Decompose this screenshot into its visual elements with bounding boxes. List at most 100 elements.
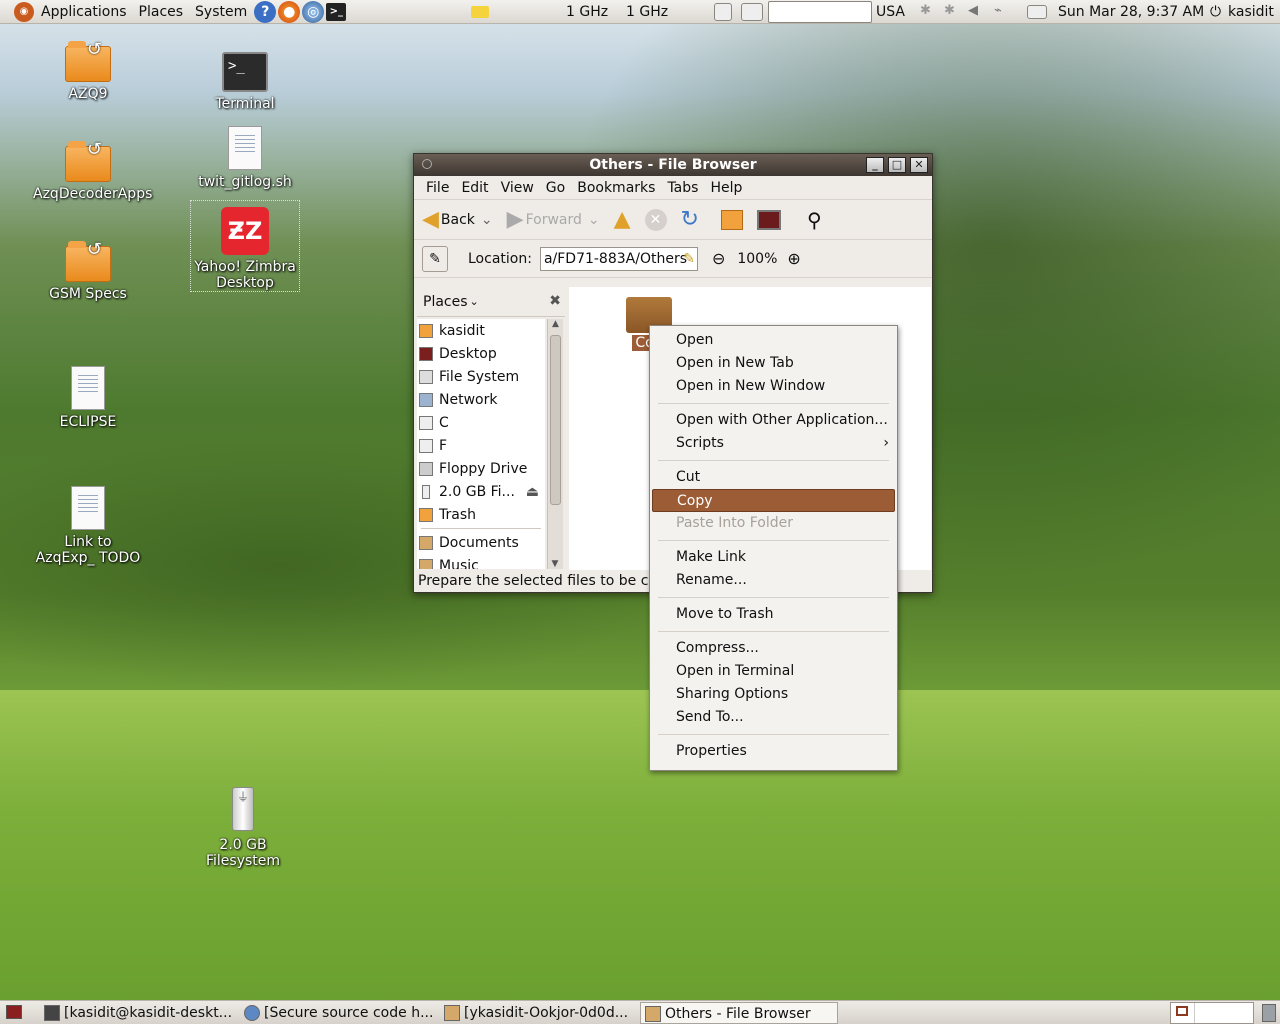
taskbar-item-file-browser[interactable]: Others - File Browser <box>640 1002 838 1024</box>
desktop-icon-zimbra[interactable]: ƵZ Yahoo! Zimbra Desktop <box>190 200 300 292</box>
bluetooth-icon[interactable]: ✱ <box>920 3 938 21</box>
back-history-dropdown[interactable]: ⌄ <box>481 212 493 228</box>
menu-item-open-with[interactable]: Open with Other Application... <box>650 409 897 432</box>
menu-item-make-link[interactable]: Make Link <box>650 546 897 569</box>
back-button[interactable]: ◀ Back <box>422 207 475 232</box>
system-menu[interactable]: System <box>189 0 253 24</box>
menu-item-open[interactable]: Open <box>650 329 897 352</box>
browser-icon[interactable]: ◎ <box>302 0 325 23</box>
desktop-icon-terminal[interactable]: >_ Terminal <box>190 46 300 112</box>
menu-item-rename[interactable]: Rename... <box>650 569 897 592</box>
volume-icon[interactable]: ◀ <box>968 3 986 21</box>
clock[interactable]: Sun Mar 28, 9:37 AM <box>1058 0 1204 24</box>
scroll-down-icon[interactable]: ▼ <box>548 559 562 569</box>
menu-edit[interactable]: Edit <box>455 180 494 196</box>
menu-item-sharing-options[interactable]: Sharing Options <box>650 683 897 706</box>
show-desktop-icon[interactable] <box>6 1005 22 1019</box>
desktop-icon-gsm-specs[interactable]: ↺ GSM Specs <box>33 234 143 302</box>
dictionary-icon[interactable] <box>741 3 763 21</box>
chevron-down-icon[interactable]: ⌄ <box>470 295 479 308</box>
mail-icon[interactable] <box>1027 5 1047 19</box>
window-titlebar[interactable]: Others - File Browser _ □ ✕ <box>414 154 932 176</box>
menu-file[interactable]: File <box>420 180 455 196</box>
menu-item-open-in-terminal[interactable]: Open in Terminal <box>650 660 897 683</box>
firefox-icon[interactable]: ● <box>278 0 301 23</box>
search-icon[interactable]: ⚲ <box>807 208 822 232</box>
places-menu[interactable]: Places <box>133 0 190 24</box>
workspace-1[interactable] <box>1171 1003 1195 1023</box>
sidebar-item-c[interactable]: C <box>417 411 545 434</box>
menu-item-send-to[interactable]: Send To... <box>650 706 897 729</box>
network-icon[interactable]: ⌁ <box>994 3 1012 21</box>
sidebar-title[interactable]: Places <box>423 294 468 310</box>
sidebar-scrollbar[interactable]: ▲ ▼ <box>547 319 563 569</box>
scroll-up-icon[interactable]: ▲ <box>548 319 563 333</box>
stop-icon[interactable]: ✕ <box>644 208 667 231</box>
desktop-icon-twit-gitlog[interactable]: twit_gitlog.sh <box>190 120 300 190</box>
computer-icon[interactable] <box>756 209 781 230</box>
zoom-out-icon[interactable]: ⊖ <box>712 249 725 268</box>
eject-icon[interactable]: ⏏ <box>526 484 539 500</box>
menu-item-compress[interactable]: Compress... <box>650 637 897 660</box>
sidebar-item-desktop[interactable]: Desktop <box>417 342 545 365</box>
sidebar-item-f[interactable]: F <box>417 434 545 457</box>
clear-icon[interactable]: ✎ <box>683 248 695 270</box>
zoom-level[interactable]: 100% <box>737 251 777 267</box>
applications-menu[interactable]: Applications <box>35 0 133 24</box>
search-field[interactable] <box>768 1 872 23</box>
desktop-icon-azqdecoderapps[interactable]: ↺ AzqDecoderApps <box>33 134 152 202</box>
terminal-launcher-icon[interactable]: >_ <box>326 2 347 21</box>
sidebar-item-music[interactable]: Music <box>417 554 545 569</box>
screenshot-icon[interactable] <box>714 3 732 21</box>
ubuntu-logo-icon[interactable]: ◉ <box>14 1 34 22</box>
home-icon[interactable] <box>720 209 743 230</box>
help-icon[interactable]: ? <box>254 0 277 23</box>
notes-icon[interactable] <box>471 6 489 18</box>
bluetooth-2-icon[interactable]: ✱ <box>944 3 962 21</box>
menu-item-copy[interactable]: Copy <box>652 489 895 512</box>
menu-item-open-new-window[interactable]: Open in New Window <box>650 375 897 398</box>
desktop-icon-eclipse[interactable]: ECLIPSE <box>33 360 143 430</box>
window-menu-icon[interactable] <box>422 159 432 169</box>
sidebar-item-kasidit[interactable]: kasidit <box>417 319 545 342</box>
sidebar-item-trash[interactable]: Trash <box>417 503 545 526</box>
scroll-thumb[interactable] <box>550 335 561 505</box>
keyboard-layout[interactable]: USA <box>876 0 905 24</box>
close-button[interactable]: ✕ <box>910 157 928 173</box>
user-name[interactable]: kasidit <box>1228 0 1274 24</box>
zoom-in-icon[interactable]: ⊕ <box>787 249 800 268</box>
menu-item-properties[interactable]: Properties <box>650 740 897 763</box>
up-icon[interactable]: ▲ <box>614 207 631 232</box>
menu-bookmarks[interactable]: Bookmarks <box>571 180 661 196</box>
menu-item-move-to-trash[interactable]: Move to Trash <box>650 603 897 626</box>
taskbar-item-editor[interactable]: [ykasidit-Ookjor-0d0d... <box>440 1002 636 1024</box>
taskbar-item-terminal[interactable]: [kasidit@kasidit-deskt... <box>40 1002 236 1024</box>
reload-icon[interactable]: ↻ <box>681 207 699 232</box>
minimize-button[interactable]: _ <box>866 157 884 173</box>
location-field[interactable]: a/FD71-883A/Others ✎ <box>539 246 698 271</box>
desktop-icon-usb-drive[interactable]: ⏚ 2.0 GB Filesystem <box>183 785 303 869</box>
edit-location-icon[interactable]: ✎ <box>422 245 448 272</box>
sidebar-item-usb[interactable]: 2.0 GB Fi... ⏏ <box>417 480 545 503</box>
forward-button[interactable]: ▶ Forward <box>507 207 582 232</box>
menu-go[interactable]: Go <box>540 180 571 196</box>
menu-view[interactable]: View <box>495 180 540 196</box>
forward-history-dropdown[interactable]: ⌄ <box>588 212 600 228</box>
sidebar-item-floppy[interactable]: Floppy Drive <box>417 457 545 480</box>
close-sidebar-icon[interactable]: ✖ <box>549 293 561 309</box>
menu-item-cut[interactable]: Cut <box>650 466 897 489</box>
taskbar-item-browser[interactable]: [Secure source code h... <box>240 1002 436 1024</box>
menu-item-scripts[interactable]: Scripts › <box>650 432 897 455</box>
menu-item-open-new-tab[interactable]: Open in New Tab <box>650 352 897 375</box>
power-icon[interactable]: ⏻ <box>1210 0 1221 24</box>
trash-icon[interactable] <box>1262 1004 1276 1022</box>
desktop-icon-link-todo[interactable]: Link to AzqExp_ TODO <box>33 480 143 566</box>
sidebar-item-documents[interactable]: Documents <box>417 531 545 554</box>
desktop-icon-azq9[interactable]: ↺ AZQ9 <box>33 34 143 102</box>
menu-tabs[interactable]: Tabs <box>661 180 704 196</box>
sidebar-item-network[interactable]: Network <box>417 388 545 411</box>
maximize-button[interactable]: □ <box>888 157 906 173</box>
menu-separator <box>658 631 889 632</box>
sidebar-item-filesystem[interactable]: File System <box>417 365 545 388</box>
menu-help[interactable]: Help <box>704 180 748 196</box>
